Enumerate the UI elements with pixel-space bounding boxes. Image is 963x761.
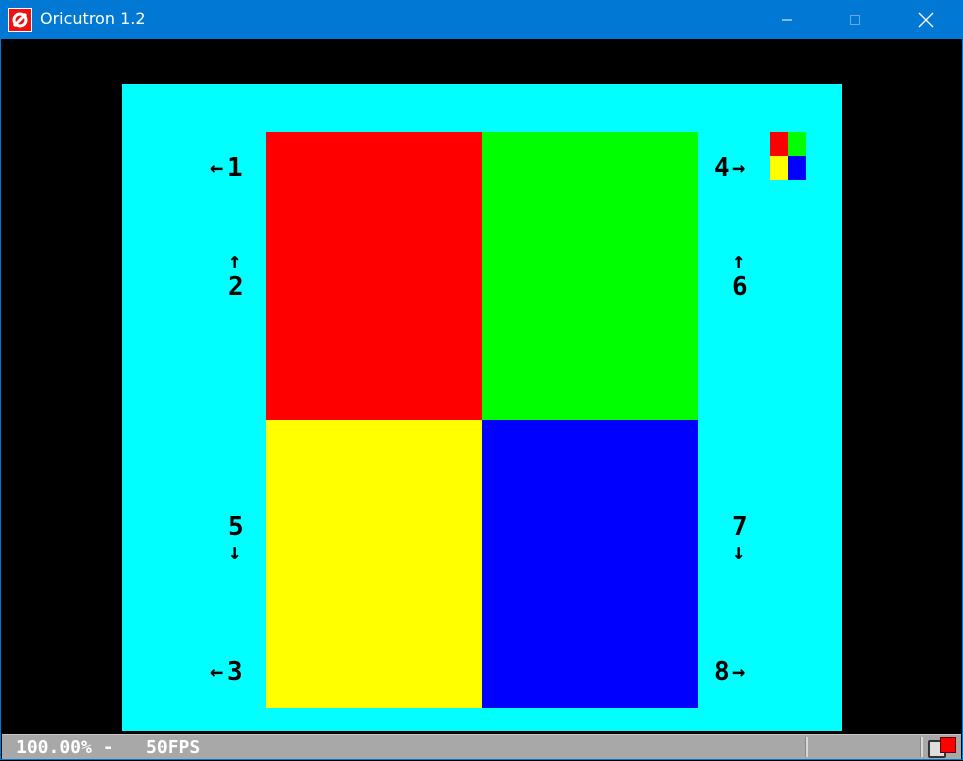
right-arrow-icon: → xyxy=(732,156,746,181)
green-quadrant xyxy=(482,132,698,420)
window-title: Oricutron 1.2 xyxy=(40,9,146,28)
minimize-icon xyxy=(782,19,792,20)
label-2: 2 xyxy=(228,272,244,302)
up-arrow-icon: ↑ xyxy=(228,249,242,274)
red-quadrant xyxy=(266,132,482,420)
label-1: 1 xyxy=(227,153,243,183)
right-arrow-icon: → xyxy=(732,660,746,685)
mini-blue-cell xyxy=(788,156,806,180)
up-arrow-icon: ↑ xyxy=(732,249,746,274)
mini-red-cell xyxy=(770,132,788,156)
label-6: 6 xyxy=(732,272,748,302)
title-bar[interactable]: Oricutron 1.2 xyxy=(0,0,963,39)
mini-yellow-cell xyxy=(770,156,788,180)
status-bar: 100.00% - 50FPS xyxy=(2,734,961,760)
maximize-button[interactable] xyxy=(832,0,878,39)
oricutron-window: Oricutron 1.2 ← 1 ↑ 2 ← 3 4 → 5 ↓ ↑ 6 7 … xyxy=(0,0,963,761)
label-7: 7 xyxy=(732,512,748,542)
left-arrow-icon: ← xyxy=(210,156,224,181)
status-divider xyxy=(920,737,923,757)
oricutron-app-icon[interactable] xyxy=(8,8,32,32)
label-5: 5 xyxy=(228,512,244,542)
down-arrow-icon: ↓ xyxy=(732,540,746,565)
minimize-button[interactable] xyxy=(764,0,810,39)
status-text: 100.00% - 50FPS xyxy=(16,737,201,758)
status-indicator xyxy=(928,737,958,758)
led-indicator xyxy=(940,737,956,753)
status-divider xyxy=(805,737,808,757)
label-8: 8 xyxy=(714,657,730,687)
label-3: 3 xyxy=(227,657,243,687)
mini-color-grid xyxy=(770,132,806,180)
maximize-icon xyxy=(850,14,860,25)
close-button[interactable] xyxy=(903,0,949,39)
yellow-quadrant xyxy=(266,420,482,708)
label-4: 4 xyxy=(714,153,730,183)
close-icon xyxy=(918,12,934,27)
blue-quadrant xyxy=(482,420,698,708)
down-arrow-icon: ↓ xyxy=(228,540,242,565)
mini-green-cell xyxy=(788,132,806,156)
left-arrow-icon: ← xyxy=(210,660,224,685)
